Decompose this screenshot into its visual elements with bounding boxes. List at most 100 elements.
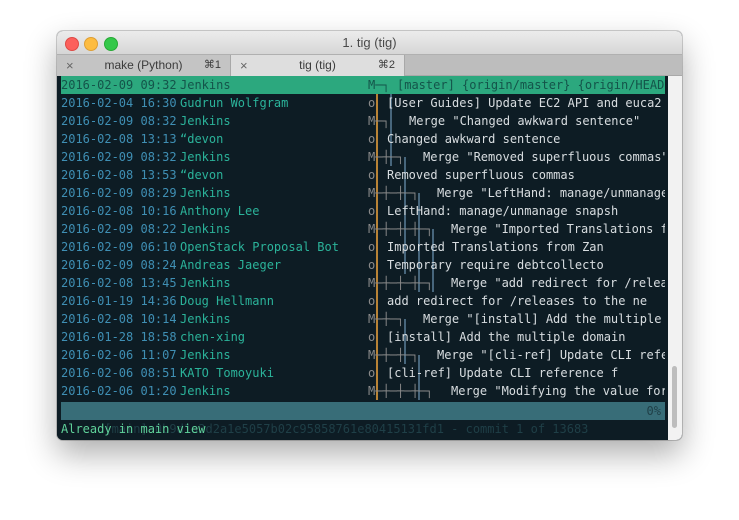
commit-row[interactable]: 2016-02-08 10:16 Anthony Lee o LeftHand: ma…	[61, 202, 665, 220]
commit-message: Merge "LeftHand: manage/unmanage	[437, 186, 665, 200]
commit-author: Jenkins	[180, 312, 231, 326]
commit-date: 2016-02-09 08:22	[61, 222, 177, 236]
commit-author: “devon	[180, 168, 224, 182]
commit-graph: o	[368, 132, 376, 146]
status-bar: [main] 0b9d1a3d2a1e5057b02c95858761e8041…	[61, 402, 665, 436]
close-window-icon[interactable]	[65, 37, 79, 51]
commit-graph: M─┼─┼─┼─┐	[368, 276, 434, 290]
commit-date: 2016-02-09 08:29	[61, 186, 177, 200]
commit-message: Merge "Removed superfluous commas"	[423, 150, 665, 164]
commit-row[interactable]: 2016-02-08 13:53 “devon o Removed superfluo…	[61, 166, 665, 184]
commit-row[interactable]: 2016-02-09 08:32 Jenkins M─┼─┐ Merge "Remov…	[61, 148, 665, 166]
commit-author: Jenkins	[180, 384, 231, 398]
commit-row[interactable]: 2016-02-08 13:45 Jenkins M─┼─┼─┼─┐ Merge "a…	[61, 274, 665, 292]
terminal-window: 1. tig (tig) × make (Python) ⌘1 × tig (t…	[57, 31, 682, 440]
commit-date: 2016-02-09 08:32	[61, 114, 177, 128]
commit-message: Changed awkward sentence	[387, 132, 561, 146]
commit-date: 2016-02-08 10:16	[61, 204, 177, 218]
commit-author: Anthony Lee	[180, 204, 260, 218]
commit-row[interactable]: 2016-02-04 16:30 Gudrun Wolfgram o [User Gu…	[61, 94, 665, 112]
commit-graph: M─┼─┐	[368, 150, 405, 164]
status-percent: 0%	[646, 404, 661, 418]
commit-date: 2016-02-08 13:53	[61, 168, 177, 182]
commit-graph: o	[368, 366, 376, 380]
tab-shortcut: ⌘1	[203, 59, 221, 71]
commit-row[interactable]: 2016-02-09 08:24 Andreas Jaeger o Temporary…	[61, 256, 665, 274]
commit-message: Temporary require debtcollecto	[387, 258, 604, 272]
commit-message: Imported Translations from Zan	[387, 240, 604, 254]
zoom-window-icon[interactable]	[104, 37, 118, 51]
minimize-window-icon[interactable]	[84, 37, 98, 51]
commit-row[interactable]: 2016-02-09 08:22 Jenkins M─┼─┼─┼─┐ Merge "I…	[61, 220, 665, 238]
tab-bar: × make (Python) ⌘1 × tig (tig) ⌘2	[57, 54, 682, 76]
commit-row[interactable]: 2016-01-28 18:58 chen-xing o [install] Add …	[61, 328, 665, 346]
commit-author: KATO Tomoyuki	[180, 366, 274, 380]
commit-date: 2016-02-08 10:14	[61, 312, 177, 326]
commit-message: Merge "Imported Translations f	[451, 222, 665, 236]
commit-author: Doug Hellmann	[180, 294, 274, 308]
commit-row[interactable]: 2016-02-09 06:10 OpenStack Proposal Bot o I…	[61, 238, 665, 256]
commit-message: Merge "[install] Add the multiple	[423, 312, 662, 326]
commit-author: Jenkins	[180, 348, 231, 362]
commit-message: Merge "add redirect for /relea	[451, 276, 665, 290]
commit-author: Jenkins	[180, 222, 231, 236]
commit-author: “devon	[180, 132, 224, 146]
commit-row[interactable]: 2016-02-08 10:14 Jenkins M─┼─┐ Merge "[inst…	[61, 310, 665, 328]
window-title: 1. tig (tig)	[342, 35, 397, 50]
commit-message: Merge "Changed awkward sentence"	[409, 114, 641, 128]
commit-date: 2016-02-09 06:10	[61, 240, 177, 254]
commit-graph: M─┼─┼─┼─┐	[368, 222, 434, 236]
commit-date: 2016-01-19 14:36	[61, 294, 177, 308]
commit-date: 2016-02-06 11:07	[61, 348, 177, 362]
commit-date: 2016-02-06 08:51	[61, 366, 177, 380]
commit-author: OpenStack Proposal Bot	[180, 240, 339, 254]
commit-author: Jenkins	[180, 186, 231, 200]
scrollbar-thumb[interactable]	[672, 366, 677, 428]
commit-date: 2016-02-09 08:24	[61, 258, 177, 272]
commit-date: 2016-02-04 16:30	[61, 96, 177, 110]
commit-graph: o	[368, 204, 376, 218]
commit-message: [cli-ref] Update CLI reference f	[387, 366, 619, 380]
tab-shortcut: ⌘2	[377, 59, 395, 71]
commit-date: 2016-01-28 18:58	[61, 330, 177, 344]
prompt-message: Already in main view	[61, 422, 206, 436]
commit-graph: o	[368, 330, 376, 344]
commit-graph: o	[368, 96, 376, 110]
commit-message: add redirect for /releases to the ne	[387, 294, 648, 308]
commit-graph: M─┼─┼─┐	[368, 186, 419, 200]
title-bar[interactable]: 1. tig (tig)	[57, 31, 682, 54]
commit-row[interactable]: 2016-02-06 08:51 KATO Tomoyuki o [cli-ref] …	[61, 364, 665, 382]
commit-graph: M─┼─┐	[368, 312, 405, 326]
commit-message: Merge "Modifying the value for	[451, 384, 665, 398]
commit-author: Andreas Jaeger	[180, 258, 282, 272]
tab-tig[interactable]: × tig (tig) ⌘2	[231, 55, 405, 76]
commit-graph: M─┼─┼─┼─┐	[368, 384, 434, 398]
commit-author: Gudrun Wolfgram	[180, 96, 289, 110]
commit-row[interactable]: 2016-01-19 14:36 Doug Hellmann o add redire…	[61, 292, 665, 310]
commit-author: Jenkins	[180, 114, 231, 128]
terminal-content[interactable]: 2016-02-09 09:32 Jenkins M─┐ [master] {orig…	[57, 76, 682, 440]
commit-row[interactable]: 2016-02-08 13:13 “devon o Changed awkward s…	[61, 130, 665, 148]
commit-row[interactable]: 2016-02-09 08:32 Jenkins M─┐ Merge "Changed…	[61, 112, 665, 130]
commit-date: 2016-02-06 01:20	[61, 384, 177, 398]
commit-message: LeftHand: manage/unmanage snapsh	[387, 204, 619, 218]
commit-row[interactable]: 2016-02-09 08:29 Jenkins M─┼─┼─┐ Merge "Lef…	[61, 184, 665, 202]
commit-author: Jenkins	[180, 78, 231, 92]
commit-row[interactable]: 2016-02-06 11:07 Jenkins M─┼─┼─┐ Merge "[cl…	[61, 346, 665, 364]
commit-graph: o	[368, 258, 376, 272]
commit-date: 2016-02-09 09:32	[61, 78, 177, 92]
commit-graph: o	[368, 240, 376, 254]
commit-message: Removed superfluous commas	[387, 168, 575, 182]
commit-graph: o	[368, 294, 376, 308]
commit-message: Merge "[cli-ref] Update CLI refe	[437, 348, 665, 362]
commit-date: 2016-02-08 13:13	[61, 132, 177, 146]
commit-message: [User Guides] Update EC2 API and euca2	[387, 96, 662, 110]
tab-make-python[interactable]: × make (Python) ⌘1	[57, 55, 231, 76]
vertical-scrollbar[interactable]	[668, 76, 682, 440]
commit-author: Jenkins	[180, 150, 231, 164]
commit-date: 2016-02-08 13:45	[61, 276, 177, 290]
commit-row-selected[interactable]: 2016-02-09 09:32 Jenkins M─┐ [master] {orig…	[61, 76, 665, 94]
commit-message: [master] {origin/master} {origin/HEAD}	[397, 78, 665, 92]
commit-graph: M─┐	[368, 78, 390, 92]
commit-row[interactable]: 2016-02-06 01:20 Jenkins M─┼─┼─┼─┐ Merge "M…	[61, 382, 665, 400]
